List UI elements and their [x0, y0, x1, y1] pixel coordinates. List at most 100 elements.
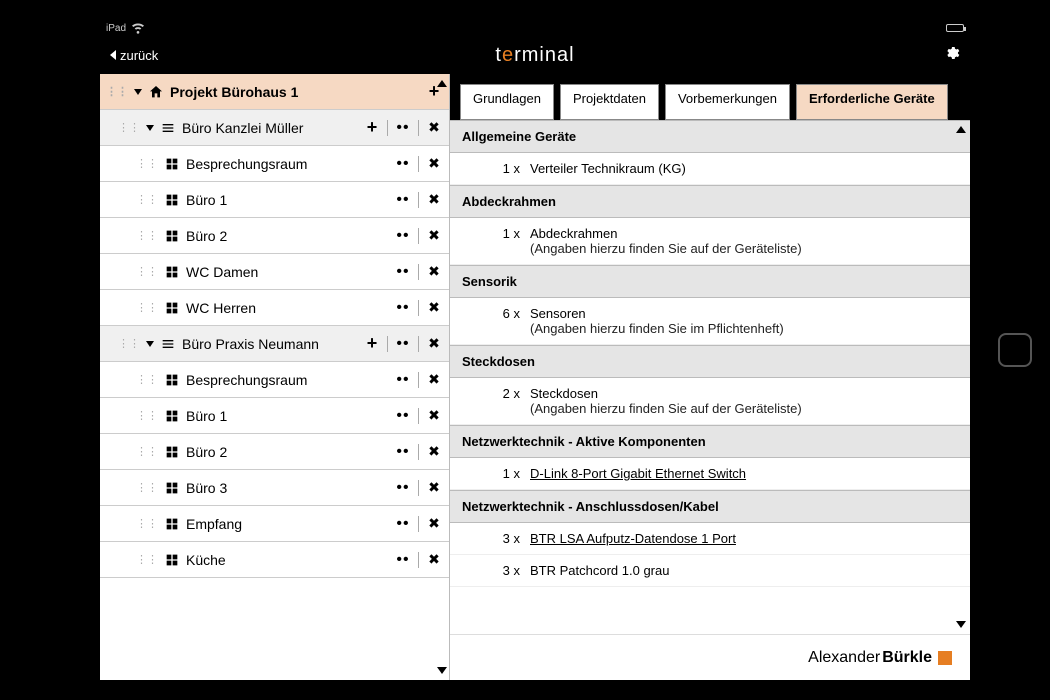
drag-handle-icon[interactable]: ⋮⋮ — [136, 553, 158, 566]
drag-handle-icon[interactable]: ⋮⋮ — [136, 157, 158, 170]
more-button[interactable] — [394, 191, 412, 209]
delete-button[interactable] — [425, 443, 443, 461]
drag-handle-icon[interactable]: ⋮⋮ — [136, 265, 158, 278]
expand-icon[interactable] — [146, 341, 154, 347]
settings-button[interactable] — [944, 45, 960, 66]
tab-erforderliche-geräte[interactable]: Erforderliche Geräte — [796, 84, 948, 120]
brand-logo-icon — [938, 651, 952, 665]
drag-handle-icon[interactable]: ⋮⋮ — [136, 409, 158, 422]
tree-room-row[interactable]: ⋮⋮ Büro 1 — [100, 182, 449, 218]
drag-handle-icon[interactable]: ⋮⋮ — [106, 85, 128, 98]
delete-button[interactable] — [425, 515, 443, 533]
device-section-header: Netzwerktechnik - Aktive Komponenten — [450, 425, 970, 458]
device-list[interactable]: Allgemeine Geräte 1 x Verteiler Technikr… — [450, 120, 970, 634]
device-label: iPad — [106, 23, 126, 34]
more-button[interactable] — [394, 371, 412, 389]
delete-button[interactable] — [425, 479, 443, 497]
tree-label: Büro 2 — [186, 228, 388, 244]
device-subtext: (Angaben hierzu finden Sie im Pflichtenh… — [530, 321, 784, 336]
tree-room-row[interactable]: ⋮⋮ Büro 2 — [100, 434, 449, 470]
grid-icon — [164, 264, 180, 280]
drag-handle-icon[interactable]: ⋮⋮ — [136, 229, 158, 242]
grid-icon — [164, 408, 180, 424]
delete-button[interactable] — [425, 155, 443, 173]
tree-room-row[interactable]: ⋮⋮ Besprechungsraum — [100, 146, 449, 182]
tree-label: WC Damen — [186, 264, 388, 280]
back-label: zurück — [120, 48, 158, 63]
add-button[interactable] — [363, 335, 381, 353]
delete-button[interactable] — [425, 227, 443, 245]
grid-icon — [164, 372, 180, 388]
device-subtext: (Angaben hierzu finden Sie auf der Gerät… — [530, 401, 802, 416]
more-button[interactable] — [394, 227, 412, 245]
more-button[interactable] — [394, 515, 412, 533]
grid-icon — [164, 516, 180, 532]
tree-room-row[interactable]: ⋮⋮ Besprechungsraum — [100, 362, 449, 398]
device-home-button[interactable] — [998, 333, 1032, 367]
delete-button[interactable] — [425, 263, 443, 281]
more-button[interactable] — [394, 443, 412, 461]
tree-room-row[interactable]: ⋮⋮ WC Herren — [100, 290, 449, 326]
tree-room-row[interactable]: ⋮⋮ Büro 2 — [100, 218, 449, 254]
tree-label: Büro 1 — [186, 192, 388, 208]
drag-handle-icon[interactable]: ⋮⋮ — [136, 481, 158, 494]
add-button[interactable] — [363, 119, 381, 137]
tree-label: Büro 2 — [186, 444, 388, 460]
drag-handle-icon[interactable]: ⋮⋮ — [136, 373, 158, 386]
delete-button[interactable] — [425, 371, 443, 389]
tree-room-row[interactable]: ⋮⋮ WC Damen — [100, 254, 449, 290]
tab-vorbemerkungen[interactable]: Vorbemerkungen — [665, 84, 790, 120]
tab-grundlagen[interactable]: Grundlagen — [460, 84, 554, 120]
expand-icon[interactable] — [134, 89, 142, 95]
more-button[interactable] — [394, 551, 412, 569]
delete-button[interactable] — [425, 119, 443, 137]
scroll-up-icon — [956, 126, 966, 133]
tree-project-row[interactable]: ⋮⋮ Projekt Bürohaus 1 — [100, 74, 449, 110]
detail-panel: GrundlagenProjektdatenVorbemerkungenErfo… — [450, 74, 970, 680]
more-button[interactable] — [394, 335, 412, 353]
delete-button[interactable] — [425, 551, 443, 569]
drag-handle-icon[interactable]: ⋮⋮ — [118, 121, 140, 134]
drag-handle-icon[interactable]: ⋮⋮ — [136, 517, 158, 530]
drag-handle-icon[interactable]: ⋮⋮ — [136, 301, 158, 314]
more-button[interactable] — [394, 407, 412, 425]
tab-projektdaten[interactable]: Projektdaten — [560, 84, 659, 120]
expand-icon[interactable] — [146, 125, 154, 131]
wifi-icon — [130, 20, 146, 38]
tree-room-row[interactable]: ⋮⋮ Küche — [100, 542, 449, 578]
tree-room-row[interactable]: ⋮⋮ Büro 1 — [100, 398, 449, 434]
more-button[interactable] — [394, 299, 412, 317]
tree-folder-row[interactable]: ⋮⋮ Büro Kanzlei Müller — [100, 110, 449, 146]
device-text: Verteiler Technikraum (KG) — [530, 161, 686, 176]
more-button[interactable] — [394, 119, 412, 137]
project-tree[interactable]: ⋮⋮ Projekt Bürohaus 1 ⋮⋮ Büro Kanzlei Mü… — [100, 74, 450, 680]
tree-label: Büro Praxis Neumann — [182, 336, 357, 352]
drag-handle-icon[interactable]: ⋮⋮ — [118, 337, 140, 350]
device-qty: 2 x — [480, 386, 520, 416]
device-item: 2 x Steckdosen(Angaben hierzu finden Sie… — [450, 378, 970, 425]
delete-button[interactable] — [425, 407, 443, 425]
drag-handle-icon[interactable]: ⋮⋮ — [136, 193, 158, 206]
more-button[interactable] — [394, 155, 412, 173]
delete-button[interactable] — [425, 299, 443, 317]
device-section-header: Steckdosen — [450, 345, 970, 378]
tree-folder-row[interactable]: ⋮⋮ Büro Praxis Neumann — [100, 326, 449, 362]
tree-label: Büro Kanzlei Müller — [182, 120, 357, 136]
device-link[interactable]: D-Link 8-Port Gigabit Ethernet Switch — [530, 466, 746, 481]
delete-button[interactable] — [425, 191, 443, 209]
more-button[interactable] — [394, 263, 412, 281]
device-section-header: Allgemeine Geräte — [450, 120, 970, 153]
device-link[interactable]: BTR LSA Aufputz-Datendose 1 Port — [530, 531, 736, 546]
back-button[interactable]: zurück — [110, 48, 158, 63]
tree-label: Empfang — [186, 516, 388, 532]
drag-handle-icon[interactable]: ⋮⋮ — [136, 445, 158, 458]
tree-label: Besprechungsraum — [186, 372, 388, 388]
delete-button[interactable] — [425, 335, 443, 353]
device-section-header: Netzwerktechnik - Anschlussdosen/Kabel — [450, 490, 970, 523]
tree-room-row[interactable]: ⋮⋮ Büro 3 — [100, 470, 449, 506]
scroll-up-icon — [437, 80, 447, 87]
tree-room-row[interactable]: ⋮⋮ Empfang — [100, 506, 449, 542]
more-button[interactable] — [394, 479, 412, 497]
brand-text-a: Alexander — [808, 649, 880, 667]
grid-icon — [164, 480, 180, 496]
